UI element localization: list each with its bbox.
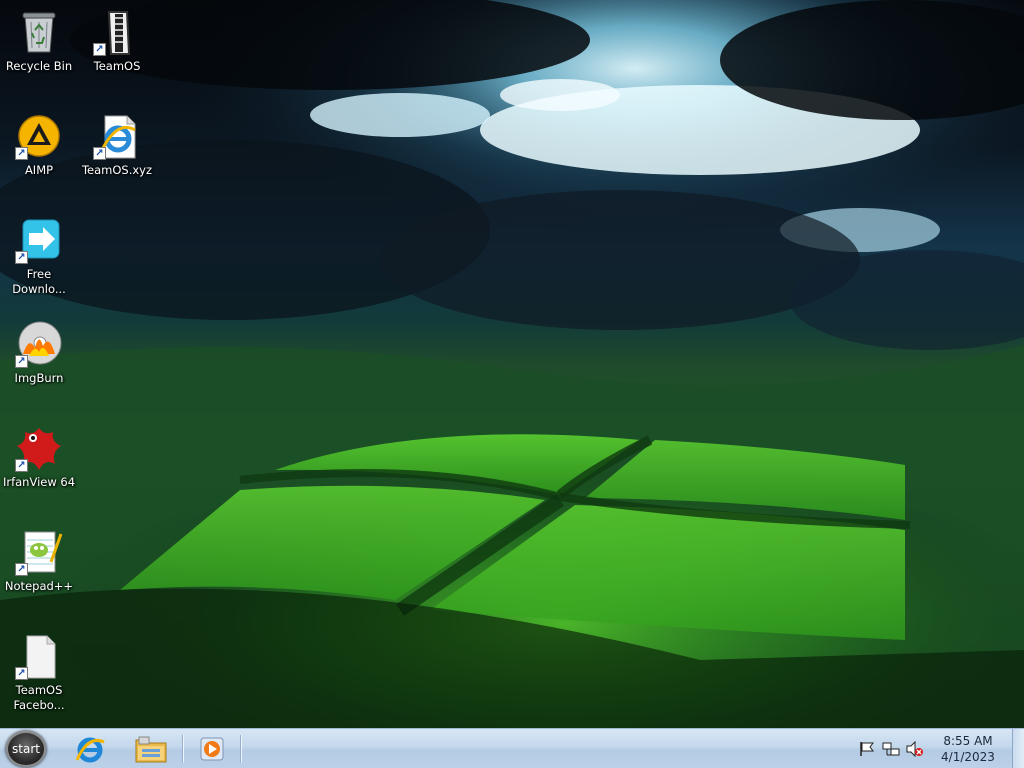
internet-explorer-icon: ↗: [93, 112, 141, 160]
desktop-icon-aimp[interactable]: ↗ AIMP: [1, 112, 77, 178]
shortcut-arrow-icon: ↗: [15, 251, 28, 264]
desktop-icon-label: TeamOS: [93, 59, 141, 73]
action-center-flag-icon[interactable]: [858, 741, 876, 757]
shortcut-arrow-icon: ↗: [15, 563, 28, 576]
volume-muted-icon[interactable]: [906, 740, 924, 758]
desktop-icon-label: TeamOS.xyz: [81, 163, 153, 177]
clock-date: 4/1/2023: [941, 750, 995, 764]
media-player-icon: [200, 737, 224, 761]
desktop-icon-label: Free Downlo...: [12, 267, 66, 296]
clock-time: 8:55 AM: [943, 734, 993, 748]
shortcut-arrow-icon: ↗: [15, 355, 28, 368]
shortcut-arrow-icon: ↗: [15, 459, 28, 472]
irfanview-icon: ↗: [15, 424, 63, 472]
zipper-folder-icon: ↗: [93, 8, 141, 56]
desktop-icon-irfanview[interactable]: ↗ IrfanView 64: [1, 424, 77, 490]
desktop-icon-label: ImgBurn: [14, 371, 64, 385]
desktop-icon-label: TeamOS Facebo...: [13, 683, 65, 712]
file-explorer-icon: [135, 736, 167, 763]
network-icon[interactable]: [882, 741, 900, 757]
desktop-icon-label: Recycle Bin: [5, 59, 73, 73]
taskbar-pin-file-explorer[interactable]: [125, 731, 177, 767]
show-desktop-button[interactable]: [1012, 729, 1024, 768]
taskbar: start 8:55 AM 4/1/2023: [0, 728, 1024, 768]
internet-explorer-icon: [75, 737, 105, 763]
start-label: start: [12, 742, 40, 756]
desktop-icon-teamos-xyz[interactable]: ↗ TeamOS.xyz: [79, 112, 155, 178]
imgburn-disc-icon: ↗: [15, 320, 63, 368]
system-clock[interactable]: 8:55 AM 4/1/2023: [938, 733, 998, 765]
desktop-icon-label: AIMP: [24, 163, 54, 177]
shortcut-arrow-icon: ↗: [93, 43, 106, 56]
free-download-manager-icon: ↗: [15, 216, 63, 264]
shortcut-arrow-icon: ↗: [15, 147, 28, 160]
desktop-icon-recycle-bin[interactable]: Recycle Bin: [1, 8, 77, 74]
desktop-icon-label: Notepad++: [4, 579, 74, 593]
notepadpp-icon: ↗: [15, 528, 63, 576]
taskbar-pin-internet-explorer[interactable]: [64, 731, 116, 767]
shortcut-arrow-icon: ↗: [93, 147, 106, 160]
desktop-icon-teamos-facebook[interactable]: ↗ TeamOS Facebo...: [1, 632, 77, 713]
desktop-icon-free-download[interactable]: ↗ Free Downlo...: [1, 216, 77, 297]
desktop-icon-notepadpp[interactable]: ↗ Notepad++: [1, 528, 77, 594]
desktop-icon-label: IrfanView 64: [2, 475, 76, 489]
aimp-icon: ↗: [15, 112, 63, 160]
wallpaper-art: [0, 0, 1024, 728]
desktop-wallpaper: [0, 0, 1024, 728]
start-button[interactable]: start: [6, 731, 46, 767]
shortcut-arrow-icon: ↗: [15, 667, 28, 680]
desktop-icon-teamos[interactable]: ↗ TeamOS: [79, 8, 155, 74]
recycle-bin-icon: [15, 8, 63, 56]
taskbar-pin-media-player[interactable]: [186, 731, 238, 767]
blank-document-icon: ↗: [15, 632, 63, 680]
taskbar-separator: [240, 735, 242, 763]
taskbar-separator: [182, 735, 184, 763]
desktop-icon-imgburn[interactable]: ↗ ImgBurn: [1, 320, 77, 386]
